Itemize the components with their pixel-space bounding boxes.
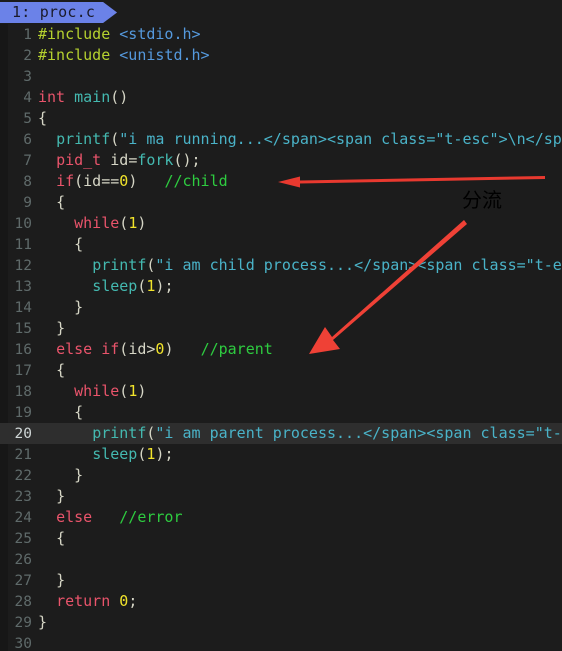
line-number: 2: [23, 48, 32, 64]
code-line[interactable]: 29}: [0, 612, 562, 633]
line-source: }: [74, 298, 84, 316]
line-source: {: [38, 109, 48, 127]
line-source: {: [56, 361, 66, 379]
line-source: }: [74, 466, 84, 484]
code-line[interactable]: 28 return 0;: [0, 591, 562, 612]
code-line[interactable]: 6 printf("i ma running...</span><span cl…: [0, 129, 562, 150]
line-number: 16: [14, 342, 32, 358]
line-number: 30: [14, 636, 32, 651]
line-number: 19: [14, 405, 32, 421]
code-line[interactable]: 15 }: [0, 318, 562, 339]
line-number: 12: [14, 258, 32, 274]
line-number: 27: [14, 573, 32, 589]
line-source: [38, 633, 562, 651]
line-source: sleep(1);: [92, 277, 174, 295]
line-number: 23: [14, 489, 32, 505]
line-source: }: [38, 613, 48, 631]
code-line[interactable]: 1 #include <stdio.h>: [0, 24, 562, 45]
line-source: return 0;: [56, 592, 138, 610]
line-number: 22: [14, 468, 32, 484]
line-source: sleep(1);: [92, 445, 174, 463]
line-source: int main(): [38, 88, 129, 106]
line-number: 13: [14, 279, 32, 295]
code-line[interactable]: 4 int main(): [0, 87, 562, 108]
line-number: 24: [14, 510, 32, 526]
line-source: {: [74, 403, 84, 421]
code-line[interactable]: 22 }: [0, 465, 562, 486]
line-number: 17: [14, 363, 32, 379]
code-line[interactable]: 7 pid_t id=fork();: [0, 150, 562, 171]
line-number: 20: [14, 426, 32, 442]
line-source: printf("i ma running...</span><span clas…: [56, 130, 562, 148]
code-line[interactable]: 21 sleep(1);: [0, 444, 562, 465]
line-number: 21: [14, 447, 32, 463]
code-line[interactable]: 25 {: [0, 528, 562, 549]
line-number: 14: [14, 300, 32, 316]
code-line[interactable]: 16 else if(id>0) //parent: [0, 339, 562, 360]
code-line[interactable]: 5{: [0, 108, 562, 129]
tab-label: 1: proc.c: [12, 3, 96, 21]
line-number: 9: [23, 195, 32, 211]
code-editor[interactable]: 1 #include <stdio.h> 2 #include <unistd.h> 3…: [0, 24, 562, 651]
code-line[interactable]: 20 printf("i am parent process...</span>…: [0, 423, 562, 444]
line-source: pid_t id=fork();: [56, 151, 201, 169]
line-source: }: [56, 571, 66, 589]
code-line[interactable]: 19 {: [0, 402, 562, 423]
line-source: if(id==0) //child: [56, 172, 228, 190]
line-number: 29: [14, 615, 32, 631]
line-source: while(1): [74, 214, 147, 232]
code-line[interactable]: 13 sleep(1);: [0, 276, 562, 297]
code-line[interactable]: 17 {: [0, 360, 562, 381]
tab-proc-c[interactable]: 1: proc.c: [0, 2, 117, 23]
line-source: printf("i am child process...</span><spa…: [92, 256, 562, 274]
line-number: 15: [14, 321, 32, 337]
line-number: 26: [14, 552, 32, 568]
line-source: }: [56, 319, 66, 337]
line-number: 4: [23, 90, 32, 106]
line-source: while(1): [74, 382, 147, 400]
line-number: 3: [23, 69, 32, 85]
editor-window: 1: proc.c 1 #include <stdio.h> 2 #include <…: [0, 0, 562, 651]
code-line[interactable]: 27 }: [0, 570, 562, 591]
line-source: }: [56, 487, 66, 505]
line-number: 10: [14, 216, 32, 232]
line-source: #include <unistd.h>: [38, 46, 210, 64]
code-line[interactable]: 24 else //error: [0, 507, 562, 528]
code-line[interactable]: 9 {: [0, 192, 562, 213]
line-number: 6: [23, 132, 32, 148]
code-line[interactable]: 12 printf("i am child process...</span><…: [0, 255, 562, 276]
line-number: 11: [14, 237, 32, 253]
line-number: 28: [14, 594, 32, 610]
line-source: [38, 549, 562, 570]
line-source: {: [74, 235, 84, 253]
code-line[interactable]: 26: [0, 549, 562, 570]
code-line[interactable]: 11 {: [0, 234, 562, 255]
code-line[interactable]: 8 if(id==0) //child: [0, 171, 562, 192]
line-source: else if(id>0) //parent: [56, 340, 273, 358]
line-source: {: [56, 193, 66, 211]
line-number: 18: [14, 384, 32, 400]
code-line[interactable]: 14 }: [0, 297, 562, 318]
code-line[interactable]: 23 }: [0, 486, 562, 507]
code-line[interactable]: 3: [0, 66, 562, 87]
line-source: [38, 66, 562, 87]
code-line[interactable]: 30: [0, 633, 562, 651]
code-line[interactable]: 18 while(1): [0, 381, 562, 402]
code-line[interactable]: 2 #include <unistd.h>: [0, 45, 562, 66]
line-source: {: [56, 529, 66, 547]
code-line[interactable]: 10 while(1): [0, 213, 562, 234]
line-source: else //error: [56, 508, 183, 526]
line-number: 8: [23, 174, 32, 190]
tab-bar: 1: proc.c: [0, 0, 562, 24]
line-number: 7: [23, 153, 32, 169]
line-source: printf("i am parent process...</span><sp…: [92, 424, 562, 442]
line-source: #include <stdio.h>: [38, 25, 201, 43]
line-number: 5: [23, 111, 32, 127]
line-number: 25: [14, 531, 32, 547]
line-number: 1: [23, 27, 32, 43]
